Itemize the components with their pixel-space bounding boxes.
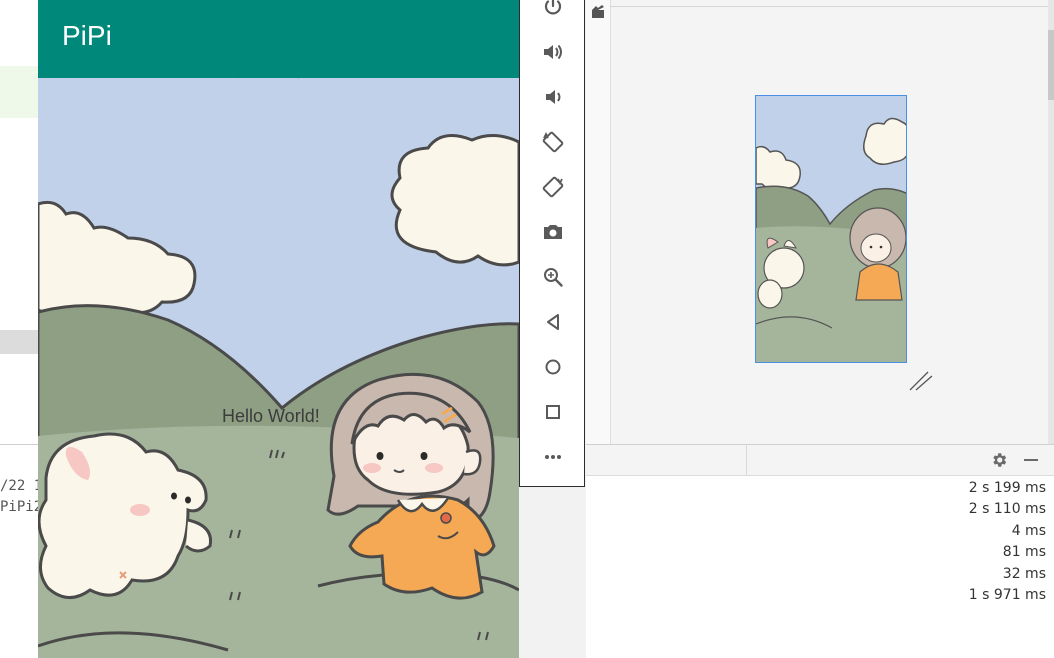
- scrollbar-track[interactable]: [0, 330, 38, 354]
- preview-illustration: [756, 96, 906, 362]
- power-icon[interactable]: [541, 0, 565, 19]
- more-icon[interactable]: [541, 445, 565, 469]
- overview-icon[interactable]: [541, 400, 565, 424]
- zoom-icon[interactable]: [541, 265, 565, 289]
- header-divider: [746, 445, 747, 475]
- timing-value: 81 ms: [1002, 544, 1046, 561]
- timing-value: 1 s 971 ms: [968, 586, 1046, 603]
- volume-up-icon[interactable]: [541, 40, 565, 64]
- timings-column: 2 s 199 ms 2 s 110 ms 4 ms 81 ms 32 ms 1…: [969, 478, 1046, 606]
- build-output-header: [586, 444, 1054, 476]
- ide-left-panel: [0, 0, 38, 658]
- timing-value: 2 s 199 ms: [968, 480, 1046, 496]
- resize-handle-icon[interactable]: [908, 368, 934, 392]
- design-ruler-line: [610, 6, 1054, 7]
- build-output-panel: 2 s 199 ms 2 s 110 ms 4 ms 81 ms 32 ms 1…: [586, 444, 1054, 658]
- design-scrollbar-thumb[interactable]: [1048, 30, 1054, 100]
- timing-value: 32 ms: [1002, 565, 1046, 582]
- timing-value: 2 s 110 ms: [968, 501, 1046, 518]
- back-icon[interactable]: [541, 310, 565, 334]
- emulator-control-bar: [519, 0, 585, 487]
- panel-divider: [0, 444, 38, 445]
- layout-preview[interactable]: [755, 95, 907, 363]
- highlighted-row: [0, 66, 38, 118]
- camera-icon[interactable]: [541, 220, 565, 244]
- design-scrollbar[interactable]: [1048, 0, 1054, 444]
- log-line-2: PiPi2: [0, 499, 43, 515]
- app-bar: PiPi: [38, 0, 519, 78]
- timing-value: 4 ms: [1011, 522, 1046, 539]
- app-title: PiPi: [62, 20, 112, 51]
- palette-icon[interactable]: [590, 4, 606, 20]
- minimize-icon[interactable]: [1024, 459, 1038, 461]
- design-toolbar-strip: [586, 0, 611, 444]
- rotate-left-icon[interactable]: [541, 130, 565, 154]
- volume-down-icon[interactable]: [541, 85, 565, 109]
- hello-world-text: Hello World!: [222, 406, 320, 426]
- background-illustration: [38, 0, 519, 658]
- home-icon[interactable]: [541, 355, 565, 379]
- gear-icon[interactable]: [990, 451, 1008, 469]
- rotate-right-icon[interactable]: [541, 175, 565, 199]
- emulator-screen[interactable]: PiPi Hello World!: [38, 0, 519, 658]
